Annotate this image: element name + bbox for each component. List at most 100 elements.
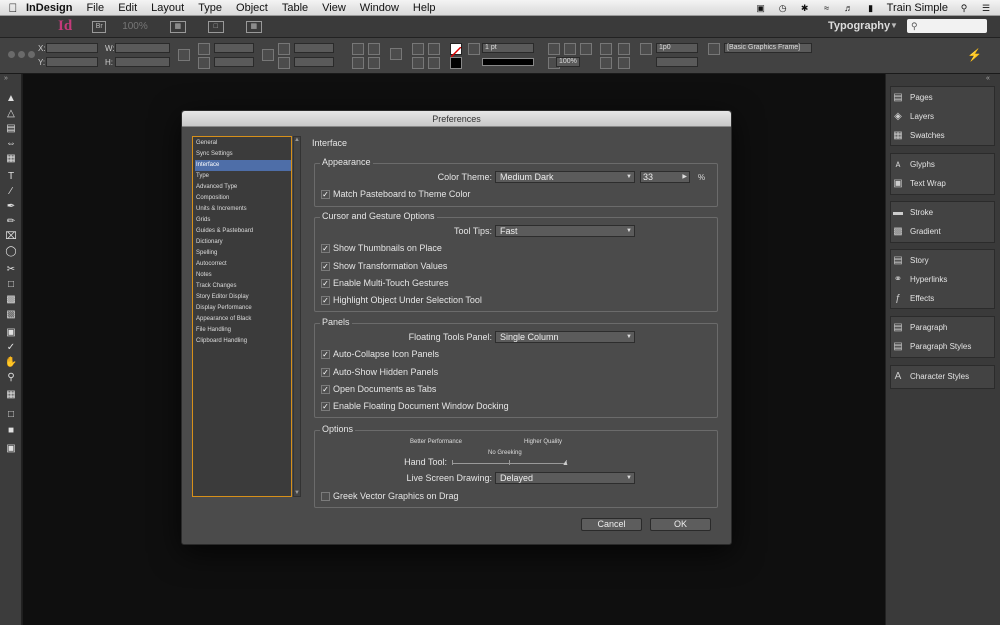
eyedropper-tool-icon[interactable]: ✓	[3, 341, 19, 354]
screen-icon[interactable]: ▣	[755, 3, 767, 13]
category-advanced-type[interactable]: Advanced Type	[195, 182, 291, 193]
rotate-90-ccw-icon[interactable]	[368, 43, 380, 55]
content-collector-icon[interactable]: ▦	[3, 152, 19, 165]
frame-icon[interactable]	[564, 43, 576, 55]
category-scrollbar[interactable]: ▲ ▼	[293, 136, 301, 497]
x-field[interactable]	[46, 43, 98, 53]
tool-tips-select[interactable]: Fast ▼	[495, 225, 635, 237]
notifications-icon[interactable]: ☰	[980, 3, 992, 13]
gradient-tool-icon[interactable]: ▩	[3, 293, 19, 306]
category-dictionary[interactable]: Dictionary	[195, 237, 291, 248]
time-machine-icon[interactable]: ◷	[777, 3, 789, 13]
spacing-field[interactable]: 1p0	[656, 43, 698, 53]
shear-icon[interactable]	[278, 57, 290, 69]
apply-color-icon[interactable]: ■	[3, 424, 19, 437]
text-wrap-bounding-icon[interactable]	[618, 43, 630, 55]
rectangle-frame-tool-icon[interactable]: ⌧	[3, 230, 19, 243]
select-container-icon[interactable]	[412, 43, 424, 55]
text-wrap-none-icon[interactable]	[600, 43, 612, 55]
category-general[interactable]: General	[195, 138, 291, 149]
floating-docking-checkbox[interactable]: ✓ Enable Floating Document Window Docking	[321, 401, 509, 411]
panel-expand-icon[interactable]: «	[986, 75, 990, 82]
line-tool-icon[interactable]: ∕	[3, 185, 19, 198]
panel-hyperlinks[interactable]: ⚭ Hyperlinks	[890, 270, 948, 288]
direct-selection-tool-icon[interactable]: △	[3, 107, 19, 120]
category-type[interactable]: Type	[195, 171, 291, 182]
category-sync-settings[interactable]: Sync Settings	[195, 149, 291, 160]
flip-horizontal-icon[interactable]	[352, 57, 364, 69]
page-tool-icon[interactable]: ▤	[3, 122, 19, 135]
menu-file[interactable]: File	[86, 2, 104, 14]
bridge-button[interactable]: Br	[92, 20, 107, 33]
match-pasteboard-checkbox[interactable]: ✓ Match Pasteboard to Theme Color	[321, 189, 470, 199]
object-style-select[interactable]: [Basic Graphics Frame]	[724, 43, 812, 53]
flip-preview-icon[interactable]	[390, 48, 402, 60]
height-field[interactable]	[115, 57, 170, 67]
rotation-field[interactable]	[294, 43, 334, 53]
scroll-down-icon[interactable]: ▼	[294, 490, 300, 496]
cancel-button[interactable]: Cancel	[581, 518, 642, 531]
search-input[interactable]: ⚲	[907, 19, 987, 33]
stroke-weight-field[interactable]: 1 pt	[482, 43, 534, 53]
close-window-icon[interactable]	[8, 51, 15, 58]
bluetooth-icon[interactable]: ✱	[799, 3, 811, 13]
slider-thumb-icon[interactable]: ▲	[562, 460, 569, 467]
effects-fx-icon[interactable]	[580, 43, 592, 55]
select-content-icon[interactable]	[428, 43, 440, 55]
screen-mode-tool-icon[interactable]: ▣	[3, 442, 19, 455]
alignment-select[interactable]	[656, 57, 698, 67]
hand-tool-icon[interactable]: ✋	[3, 356, 19, 369]
reference-point-icon[interactable]	[178, 49, 190, 61]
menu-edit[interactable]: Edit	[118, 2, 137, 14]
category-units-increments[interactable]: Units & Increments	[195, 204, 291, 215]
menu-table[interactable]: Table	[282, 2, 308, 14]
brightness-field[interactable]: 33 ▶	[640, 171, 690, 183]
panel-layers[interactable]: ◈ Layers	[890, 107, 934, 125]
category-interface[interactable]: Interface	[195, 160, 291, 171]
apple-menu-icon[interactable]: 	[0, 1, 26, 15]
stroke-swatch-icon[interactable]	[450, 57, 462, 69]
volume-icon[interactable]: ♬	[843, 3, 855, 13]
zoom-tool-icon[interactable]: ⚲	[3, 371, 19, 384]
menu-view[interactable]: View	[322, 2, 346, 14]
menu-type[interactable]: Type	[198, 2, 222, 14]
scroll-up-icon[interactable]: ▲	[294, 137, 300, 143]
show-thumbnails-checkbox[interactable]: ✓ Show Thumbnails on Place	[321, 243, 442, 253]
live-screen-select[interactable]: Delayed ▼	[495, 472, 635, 484]
wifi-icon[interactable]: ≈	[821, 3, 833, 13]
panel-gradient[interactable]: ▩ Gradient	[890, 222, 940, 240]
auto-show-checkbox[interactable]: ✓ Auto-Show Hidden Panels	[321, 367, 438, 377]
spotlight-icon[interactable]: ⚲	[958, 3, 970, 13]
scale-y-icon[interactable]	[198, 57, 210, 69]
fill-stroke-icon[interactable]: ▦	[3, 388, 19, 401]
battery-icon[interactable]: ▮	[865, 3, 877, 13]
auto-collapse-checkbox[interactable]: ✓ Auto-Collapse Icon Panels	[321, 349, 439, 359]
highlight-object-checkbox[interactable]: ✓ Highlight Object Under Selection Tool	[321, 295, 482, 305]
lightning-icon[interactable]: ⚡	[967, 48, 982, 62]
select-previous-icon[interactable]	[412, 57, 424, 69]
pencil-tool-icon[interactable]: ✏	[3, 215, 19, 228]
chevron-down-icon[interactable]: ▼	[890, 21, 898, 30]
gap-tool-icon[interactable]: ⇔	[3, 137, 19, 150]
shear-field[interactable]	[294, 57, 334, 67]
y-field[interactable]	[46, 57, 98, 67]
text-wrap-jump-icon[interactable]	[618, 57, 630, 69]
floating-tools-select[interactable]: Single Column ▼	[495, 331, 635, 343]
panel-effects[interactable]: ƒ Effects	[890, 289, 934, 307]
width-field[interactable]	[115, 43, 170, 53]
zoom-window-icon[interactable]	[28, 51, 35, 58]
free-transform-tool-icon[interactable]: □	[3, 278, 19, 291]
greek-vector-checkbox[interactable]: Greek Vector Graphics on Drag	[321, 491, 459, 501]
category-autocorrect[interactable]: Autocorrect	[195, 259, 291, 270]
gradient-feather-tool-icon[interactable]: ▧	[3, 308, 19, 321]
opacity-field[interactable]: 100%	[556, 57, 580, 67]
color-theme-select[interactable]: Medium Dark ▼	[495, 171, 635, 183]
object-style-icon[interactable]	[708, 43, 720, 55]
multi-touch-checkbox[interactable]: ✓ Enable Multi-Touch Gestures	[321, 278, 449, 288]
scale-y-field[interactable]	[214, 57, 254, 67]
menu-layout[interactable]: Layout	[151, 2, 184, 14]
pen-tool-icon[interactable]: ✒	[3, 200, 19, 213]
view-options-icon[interactable]: ▦	[169, 20, 186, 33]
category-guides-pasteboard[interactable]: Guides & Pasteboard	[195, 226, 291, 237]
fill-none-icon[interactable]	[450, 43, 462, 58]
